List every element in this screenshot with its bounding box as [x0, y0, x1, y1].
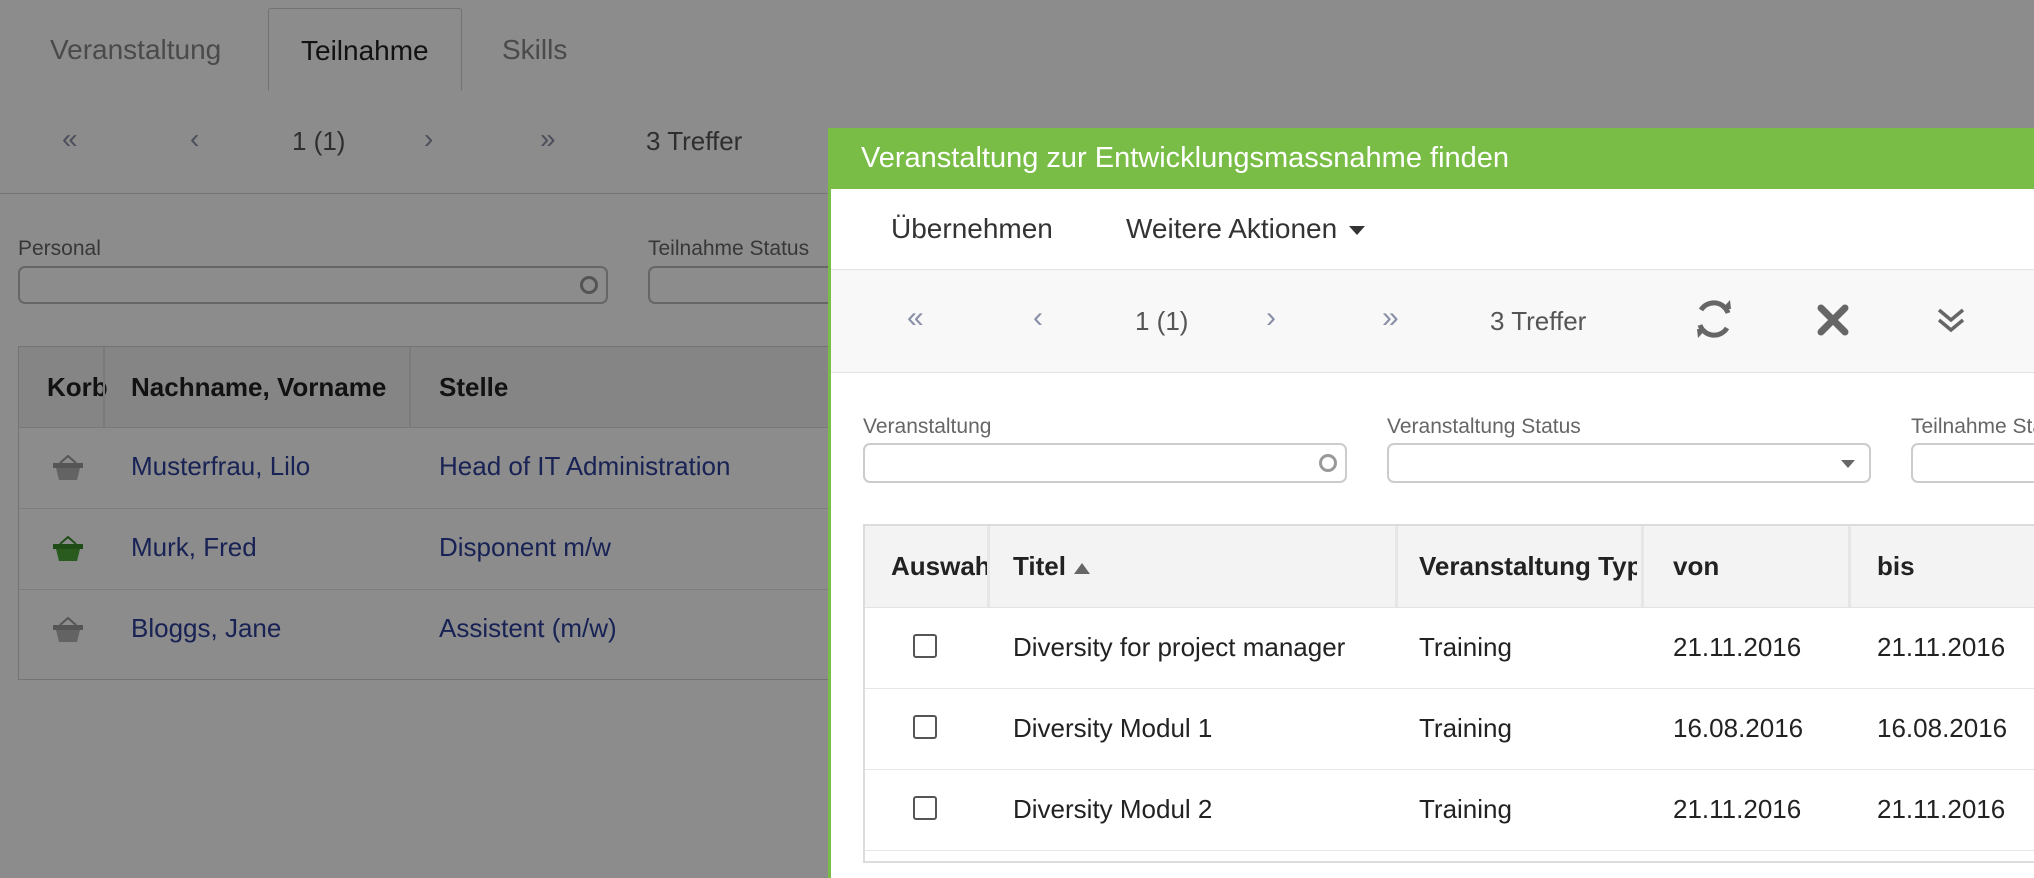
column-von[interactable]: von [1673, 526, 1833, 607]
refresh-icon[interactable] [1692, 297, 1736, 341]
select-checkbox[interactable] [913, 715, 937, 739]
column-veranstaltung-typ[interactable]: Veranstaltung Typ [1419, 526, 1637, 607]
event-type: Training [1419, 632, 1512, 662]
dialog-toolbar: Übernehmen Weitere Aktionen [831, 189, 2034, 270]
column-bis[interactable]: bis [1877, 526, 2034, 607]
column-divider [1395, 526, 1398, 607]
event-title: Diversity Modul 1 [1013, 713, 1213, 743]
event-label: Veranstaltung [863, 415, 992, 438]
table-row[interactable]: Diversity for project manager Training 2… [865, 607, 2034, 689]
event-from: 16.08.2016 [1673, 713, 1804, 743]
hit-count: 3 Treffer [1490, 306, 1587, 336]
event-type: Training [1419, 794, 1512, 824]
next-page-icon[interactable]: › [1266, 301, 1276, 335]
event-type: Training [1419, 713, 1512, 743]
event-status-label: Veranstaltung Status [1387, 415, 1581, 438]
search-icon[interactable] [1319, 454, 1337, 472]
more-actions-label: Weitere Aktionen [1126, 213, 1338, 244]
column-auswahl[interactable]: Auswahl [891, 526, 987, 607]
participation-status-label: Teilnahme Status [1911, 415, 2034, 438]
first-page-icon[interactable]: « [907, 301, 924, 335]
dialog-title: Veranstaltung zur Entwicklungsmassnahme … [831, 128, 2034, 189]
find-event-dialog: Veranstaltung zur Entwicklungsmassnahme … [828, 128, 2034, 878]
event-title: Diversity for project manager [1013, 632, 1346, 662]
table-row[interactable]: Diversity Modul 1 Training 16.08.2016 16… [865, 688, 2034, 770]
event-status-select[interactable] [1387, 443, 1871, 483]
double-chevron-down-icon[interactable] [1936, 305, 1966, 335]
chevron-down-icon [1841, 460, 1855, 468]
table-header: Auswahl Titel Veranstaltung Typ von bis [865, 526, 2034, 608]
dialog-pager: « ‹ 1 (1) › » 3 Treffer [831, 270, 2034, 373]
event-to: 16.08.2016 [1877, 713, 2008, 743]
close-icon[interactable] [1816, 303, 1850, 337]
column-divider [1641, 526, 1644, 607]
events-table: Auswahl Titel Veranstaltung Typ von bis … [863, 524, 2034, 863]
column-divider [1848, 526, 1851, 607]
last-page-icon[interactable]: » [1382, 301, 1399, 335]
apply-button[interactable]: Übernehmen [891, 189, 1053, 269]
sort-ascending-icon [1073, 562, 1090, 574]
column-titel[interactable]: Titel [1013, 526, 1273, 607]
participation-status-select[interactable] [1911, 443, 2034, 483]
event-to: 21.11.2016 [1877, 632, 2006, 662]
select-checkbox[interactable] [913, 634, 937, 658]
event-input[interactable] [863, 443, 1347, 483]
more-actions-button[interactable]: Weitere Aktionen [1126, 189, 1366, 269]
table-row[interactable]: Diversity Modul 2 Training 21.11.2016 21… [865, 769, 2034, 851]
select-checkbox[interactable] [913, 796, 937, 820]
column-divider [987, 526, 990, 607]
column-titel-label: Titel [1013, 551, 1066, 581]
chevron-down-icon [1349, 226, 1366, 236]
event-to: 21.11.2016 [1877, 794, 2006, 824]
event-title: Diversity Modul 2 [1013, 794, 1213, 824]
page-indicator: 1 (1) [1135, 306, 1189, 336]
event-from: 21.11.2016 [1673, 794, 1802, 824]
prev-page-icon[interactable]: ‹ [1033, 301, 1043, 335]
event-from: 21.11.2016 [1673, 632, 1802, 662]
